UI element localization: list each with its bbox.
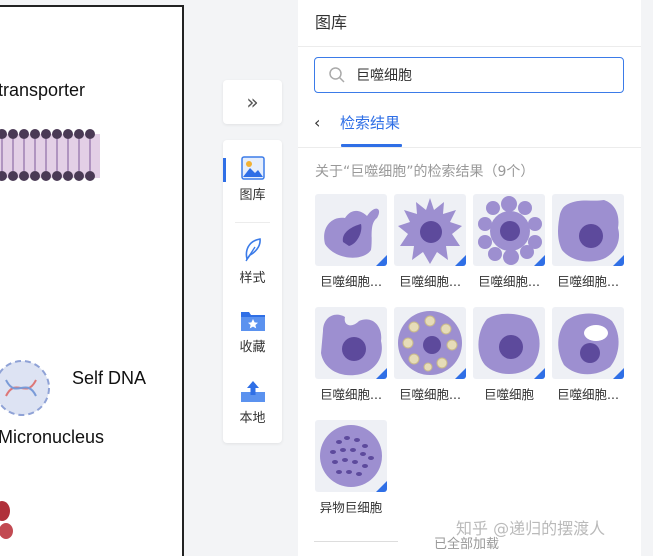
results-tab-label[interactable]: 检索结果	[340, 112, 400, 133]
transporter-label[interactable]: transporter	[0, 80, 85, 101]
tool-favorites[interactable]: 收藏	[223, 308, 282, 355]
self-dna-label[interactable]: Self DNA	[72, 368, 146, 389]
download-corner-icon	[534, 368, 545, 379]
result-label: 巨噬细胞...	[557, 274, 619, 289]
download-corner-icon	[376, 255, 387, 266]
macrophage-thumbnail[interactable]	[315, 307, 387, 379]
download-corner-icon	[613, 255, 624, 266]
tool-style-label: 样式	[239, 271, 266, 286]
search-box[interactable]	[314, 57, 624, 93]
macrophage-thumbnail[interactable]	[552, 307, 624, 379]
gallery-icon	[240, 156, 265, 180]
back-to-results[interactable]: ‹ 检索结果	[314, 112, 400, 133]
result-label: 巨噬细胞...	[478, 274, 540, 289]
download-corner-icon	[534, 255, 545, 266]
folder-star-icon	[240, 312, 265, 331]
macrophage-thumbnail[interactable]	[394, 307, 466, 379]
tool-local-label: 本地	[239, 411, 266, 426]
upload-icon	[240, 381, 265, 402]
result-item[interactable]: 异物巨细胞	[315, 420, 387, 516]
result-item[interactable]: 巨噬细胞...	[315, 194, 387, 290]
tool-favorites-label: 收藏	[239, 340, 266, 355]
result-item[interactable]: 巨噬细胞...	[552, 194, 624, 290]
tool-divider	[235, 222, 270, 223]
search-icon	[329, 67, 345, 83]
result-label: 巨噬细胞...	[320, 387, 382, 402]
result-label: 异物巨细胞	[319, 500, 383, 515]
result-label: 巨噬细胞	[483, 387, 534, 402]
result-item[interactable]: 巨噬细胞...	[394, 307, 466, 403]
collapse-panel-button[interactable]: »	[223, 80, 282, 124]
tool-gallery[interactable]: 图库	[223, 156, 282, 203]
search-input[interactable]	[356, 67, 616, 83]
macrophage-thumbnail[interactable]	[473, 307, 545, 379]
lipid-bilayer-graphic[interactable]	[0, 128, 100, 184]
result-label: 巨噬细胞...	[399, 274, 461, 289]
panel-divider	[298, 46, 641, 47]
result-label: 巨噬细胞...	[557, 387, 619, 402]
drawing-canvas[interactable]: transporter Self DNA Micronucleus	[0, 0, 200, 556]
result-label: 巨噬细胞...	[320, 274, 382, 289]
chevron-left-icon: ‹	[314, 113, 321, 132]
tool-gallery-label: 图库	[239, 188, 266, 203]
red-organelle-graphic[interactable]	[0, 495, 18, 543]
macrophage-thumbnail[interactable]	[315, 194, 387, 266]
tool-local[interactable]: 本地	[223, 379, 282, 426]
result-label: 巨噬细胞...	[399, 387, 461, 402]
result-item[interactable]: 巨噬细胞	[473, 307, 545, 403]
micronucleus-label[interactable]: Micronucleus	[0, 427, 104, 448]
download-corner-icon	[376, 481, 387, 492]
giant-cell-thumbnail[interactable]	[315, 420, 387, 492]
micronucleus-dna-graphic[interactable]	[0, 356, 56, 420]
result-count-caption: 关于“巨噬细胞”的检索结果（9个）	[315, 164, 535, 180]
panel-title: 图库	[315, 13, 348, 32]
result-item[interactable]: 巨噬细胞...	[473, 194, 545, 290]
result-item[interactable]: 巨噬细胞...	[394, 194, 466, 290]
macrophage-thumbnail[interactable]	[473, 194, 545, 266]
result-item[interactable]: 巨噬细胞...	[315, 307, 387, 403]
double-chevron-right-icon: »	[246, 90, 259, 114]
watermark: 知乎 @递归的摆渡人	[456, 519, 606, 538]
download-corner-icon	[613, 368, 624, 379]
tool-style[interactable]: 样式	[223, 237, 282, 286]
download-corner-icon	[376, 368, 387, 379]
macrophage-thumbnail[interactable]	[394, 194, 466, 266]
gallery-panel: 图库 ‹ 检索结果 关于“巨噬细胞”的检索结果（9个） 巨噬细胞...	[298, 0, 641, 556]
download-corner-icon	[455, 255, 466, 266]
download-corner-icon	[455, 368, 466, 379]
macrophage-thumbnail[interactable]	[552, 194, 624, 266]
end-divider	[314, 541, 398, 542]
side-toolbar: 图库 样式 收藏 本地	[223, 140, 282, 443]
feather-icon	[244, 238, 261, 262]
result-item[interactable]: 巨噬细胞...	[552, 307, 624, 403]
tab-divider	[298, 147, 641, 148]
